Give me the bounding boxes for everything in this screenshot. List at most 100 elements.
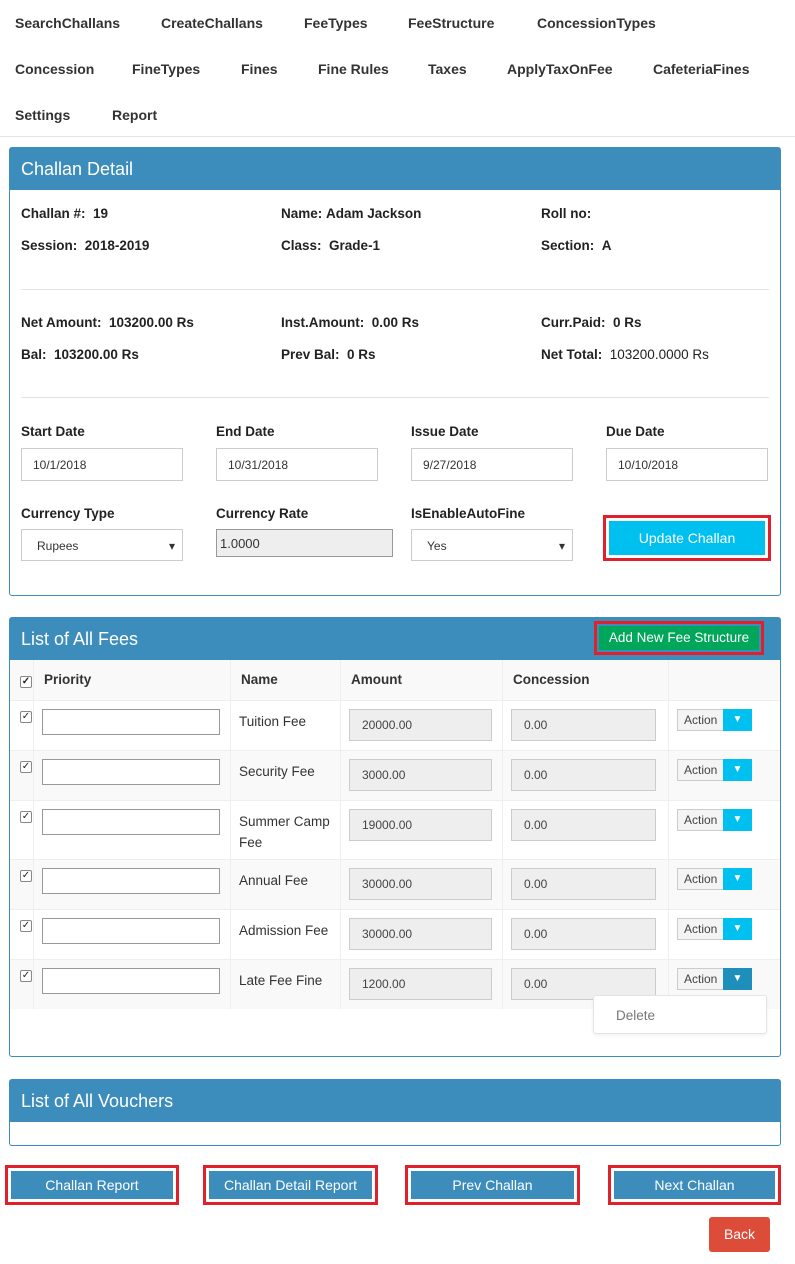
- row-checkbox[interactable]: ✓: [20, 870, 32, 882]
- action-dropdown[interactable]: Action ▼: [677, 968, 752, 990]
- fee-name: Admission Fee: [239, 923, 329, 938]
- nav-taxes[interactable]: Taxes: [428, 61, 467, 77]
- issue-date-input[interactable]: 9/27/2018: [411, 448, 573, 481]
- row-checkbox[interactable]: ✓: [20, 761, 32, 773]
- action-label: Action: [684, 972, 718, 986]
- currency-rate-label: Currency Rate: [216, 506, 309, 521]
- row-checkbox[interactable]: ✓: [20, 920, 32, 932]
- next-challan-button[interactable]: Next Challan: [608, 1165, 781, 1205]
- nav-fine-types[interactable]: FineTypes: [132, 61, 200, 77]
- caret-down-icon[interactable]: ▼: [723, 709, 752, 731]
- table-row: ✓ Summer Camp Fee 19000.00 0.00 Action ▼: [10, 800, 780, 860]
- nav-fine-rules[interactable]: Fine Rules: [318, 61, 389, 77]
- action-dropdown[interactable]: Action ▼: [677, 868, 752, 890]
- table-row: ✓ Admission Fee 30000.00 0.00 Action ▼: [10, 909, 780, 960]
- divider: [21, 289, 769, 290]
- challan-report-label: Challan Report: [11, 1171, 173, 1199]
- action-dropdown[interactable]: Action ▼: [677, 709, 752, 731]
- caret-down-icon[interactable]: ▼: [723, 918, 752, 940]
- nav-apply-tax-on-fee[interactable]: ApplyTaxOnFee: [507, 61, 613, 77]
- inst-amount: Inst.Amount: 0.00 Rs: [281, 315, 420, 330]
- action-label: Action: [684, 763, 718, 777]
- fee-name: Security Fee: [239, 764, 315, 779]
- challan-number: Challan #: 19: [21, 206, 109, 221]
- caret-down-icon[interactable]: ▼: [723, 809, 752, 831]
- concession-field[interactable]: 0.00: [511, 868, 656, 900]
- auto-fine-value: Yes: [427, 539, 447, 553]
- caret-down-icon[interactable]: ▼: [723, 759, 752, 781]
- action-dropdown[interactable]: Action ▼: [677, 809, 752, 831]
- delete-menu-item[interactable]: Delete: [593, 995, 767, 1034]
- concession-field[interactable]: 0.00: [511, 809, 656, 841]
- nav-concession-types[interactable]: ConcessionTypes: [537, 15, 656, 31]
- amount-field[interactable]: 30000.00: [349, 868, 492, 900]
- nav-settings[interactable]: Settings: [15, 107, 70, 123]
- amount-field[interactable]: 1200.00: [349, 968, 492, 1000]
- amount-field[interactable]: 30000.00: [349, 918, 492, 950]
- start-date-label: Start Date: [21, 424, 85, 439]
- row-checkbox[interactable]: ✓: [20, 970, 32, 982]
- vouchers-panel: List of All Vouchers: [9, 1079, 781, 1146]
- back-button[interactable]: Back: [709, 1217, 770, 1252]
- action-dropdown[interactable]: Action ▼: [677, 759, 752, 781]
- col-amount: Amount: [340, 660, 503, 701]
- priority-input[interactable]: [42, 968, 220, 994]
- due-date-input[interactable]: 10/10/2018: [606, 448, 768, 481]
- amount-field[interactable]: 3000.00: [349, 759, 492, 791]
- action-label: Action: [684, 922, 718, 936]
- caret-down-icon[interactable]: ▼: [723, 868, 752, 890]
- nav-create-challans[interactable]: CreateChallans: [161, 15, 263, 31]
- add-fee-structure-button[interactable]: Add New Fee Structure: [594, 621, 764, 655]
- priority-input[interactable]: [42, 759, 220, 785]
- net-amount: Net Amount: 103200.00 Rs: [21, 315, 194, 330]
- priority-input[interactable]: [42, 709, 220, 735]
- nav-fines[interactable]: Fines: [241, 61, 278, 77]
- net-total: Net Total: 103200.0000 Rs: [541, 347, 709, 362]
- update-challan-button[interactable]: Update Challan: [603, 515, 771, 561]
- priority-input[interactable]: [42, 918, 220, 944]
- currency-type-select[interactable]: Rupees: [21, 529, 183, 562]
- amount-field[interactable]: 20000.00: [349, 709, 492, 741]
- currency-rate-input[interactable]: 1.0000: [216, 529, 393, 557]
- action-label: Action: [684, 713, 718, 727]
- prev-challan-button[interactable]: Prev Challan: [405, 1165, 580, 1205]
- auto-fine-label: IsEnableAutoFine: [411, 506, 526, 521]
- concession-field[interactable]: 0.00: [511, 759, 656, 791]
- currency-type-value: Rupees: [37, 539, 79, 553]
- table-row: ✓ Security Fee 3000.00 0.00 Action ▼: [10, 750, 780, 801]
- end-date-input[interactable]: 10/31/2018: [216, 448, 378, 481]
- amount-field[interactable]: 19000.00: [349, 809, 492, 841]
- fee-name: Late Fee Fine: [239, 973, 323, 988]
- concession-field[interactable]: 0.00: [511, 918, 656, 950]
- top-nav: SearchChallans CreateChallans FeeTypes F…: [0, 0, 795, 137]
- table-row: ✓ Tuition Fee 20000.00 0.00 Action ▼: [10, 700, 780, 751]
- caret-down-icon[interactable]: ▼: [723, 968, 752, 990]
- action-dropdown[interactable]: Action ▼: [677, 918, 752, 940]
- balance: Bal: 103200.00 Rs: [21, 347, 139, 362]
- col-action: [669, 660, 781, 701]
- nav-report[interactable]: Report: [112, 107, 157, 123]
- start-date-input[interactable]: 10/1/2018: [21, 448, 183, 481]
- fees-table: ✓ Priority Name Amount Concession ✓ Tuit…: [10, 660, 780, 1009]
- challan-detail-panel: Challan Detail Challan #: 19 Name: Adam …: [9, 147, 781, 596]
- select-all-checkbox[interactable]: ✓: [20, 676, 32, 688]
- col-name: Name: [230, 660, 341, 701]
- nav-fee-structure[interactable]: FeeStructure: [408, 15, 494, 31]
- nav-concession[interactable]: Concession: [15, 61, 94, 77]
- auto-fine-select[interactable]: Yes: [411, 529, 573, 562]
- row-checkbox[interactable]: ✓: [20, 811, 32, 823]
- prev-balance: Prev Bal: 0 Rs: [281, 347, 376, 362]
- priority-input[interactable]: [42, 809, 220, 835]
- nav-search-challans[interactable]: SearchChallans: [15, 15, 120, 31]
- fee-name: Summer Camp Fee: [239, 814, 330, 850]
- fee-name: Tuition Fee: [239, 714, 307, 729]
- end-date-label: End Date: [216, 424, 275, 439]
- challan-report-button[interactable]: Challan Report: [5, 1165, 179, 1205]
- row-checkbox[interactable]: ✓: [20, 711, 32, 723]
- priority-input[interactable]: [42, 868, 220, 894]
- curr-paid: Curr.Paid: 0 Rs: [541, 315, 642, 330]
- nav-cafeteria-fines[interactable]: CafeteriaFines: [653, 61, 749, 77]
- concession-field[interactable]: 0.00: [511, 709, 656, 741]
- nav-fee-types[interactable]: FeeTypes: [304, 15, 368, 31]
- challan-detail-report-button[interactable]: Challan Detail Report: [203, 1165, 378, 1205]
